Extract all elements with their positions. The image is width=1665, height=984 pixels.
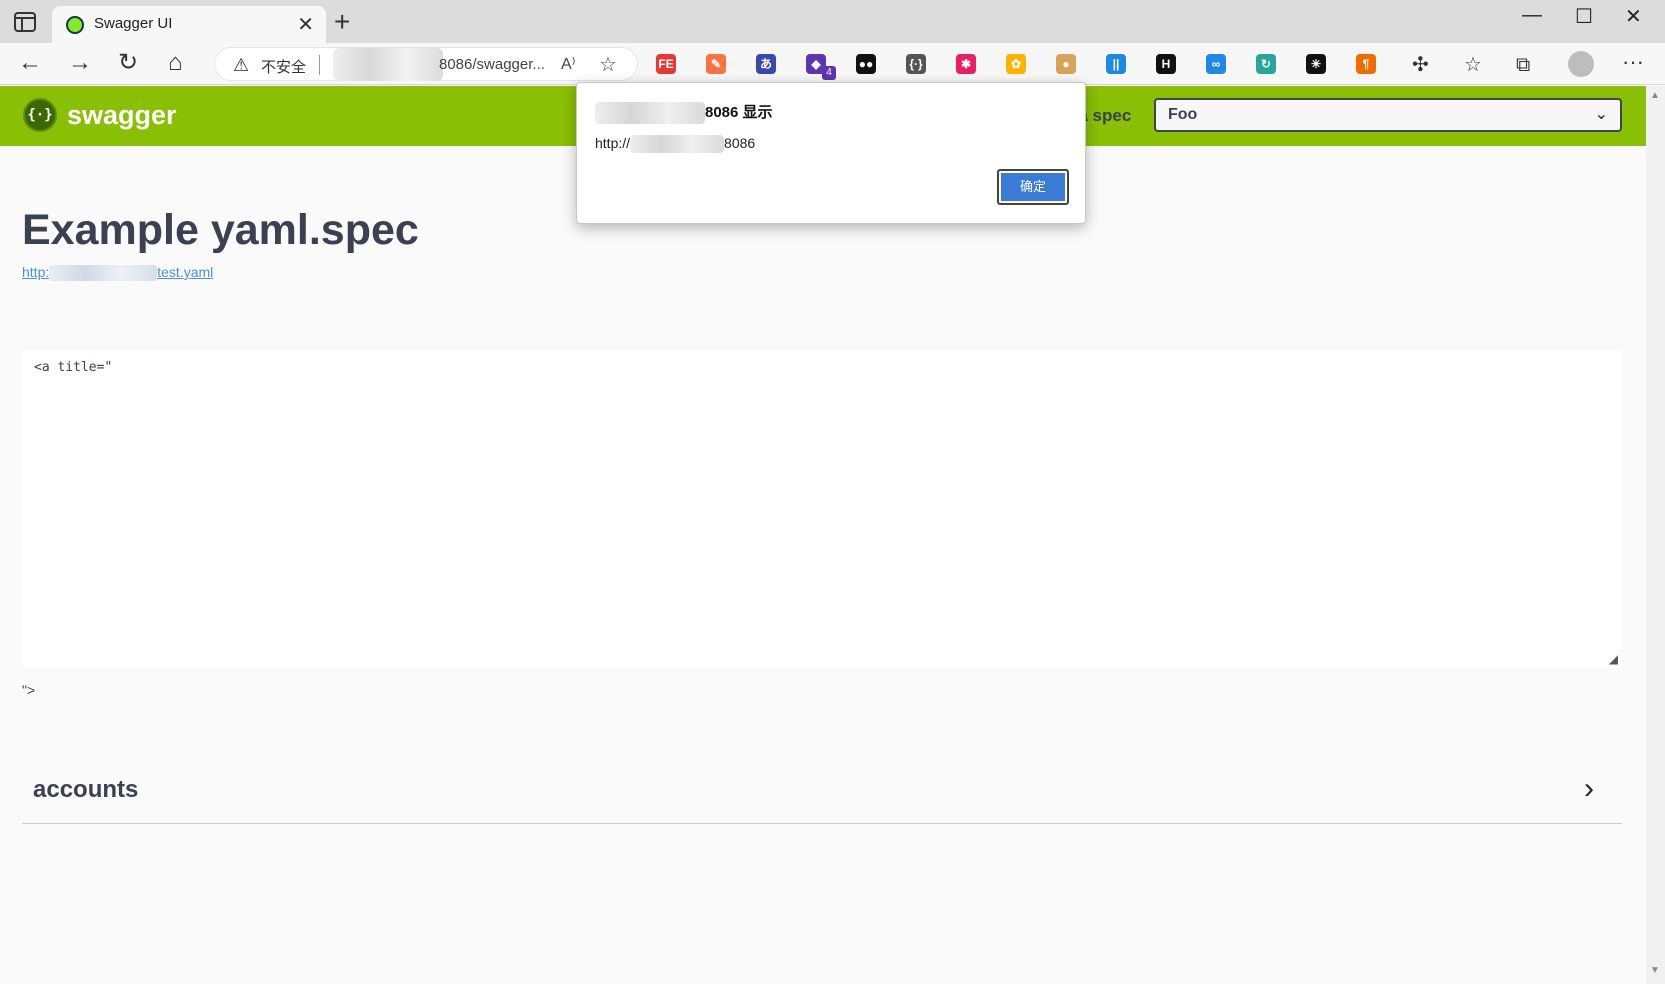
address-bar[interactable]: ⚠ 不安全 8086/swagger... A⁾ ☆ [214, 47, 638, 81]
browser-toolbar: ← → ↻ ⌂ ⚠ 不安全 8086/swagger... A⁾ ☆ FE ✎ あ ◆… [0, 43, 1665, 85]
browser-tab-swagger[interactable]: Swagger UI ✕ [52, 6, 326, 44]
redacted-url [49, 265, 158, 282]
extension-badge: 4 [822, 66, 836, 80]
redacted-host [595, 102, 705, 125]
dialog-title-text: 8086 显示 [705, 104, 773, 121]
selected-spec: Foo [1168, 106, 1198, 123]
resize-grip-icon[interactable]: ◢ [1609, 652, 1618, 666]
description-trailing-text: "> [22, 682, 36, 698]
favorites-icon[interactable]: ☆ [1464, 53, 1482, 77]
star-ext-icon[interactable]: ✱ [956, 54, 976, 74]
more-menu-icon[interactable]: ··· [1622, 49, 1644, 75]
spec-url-link[interactable]: http: test.yaml [22, 264, 214, 282]
fe-helper-icon[interactable]: FE [656, 54, 676, 74]
dialog-message-prefix: http:// [595, 135, 631, 151]
refresh-icon[interactable]: ↻ [118, 51, 138, 75]
pilcrow-ext-icon[interactable]: ¶ [1356, 54, 1376, 74]
refresh-ext-icon[interactable]: ↻ [1256, 54, 1276, 74]
warning-icon[interactable]: ⚠ [233, 55, 249, 76]
flower-ext-icon[interactable]: ✿ [1006, 54, 1026, 74]
chevron-right-icon[interactable]: › [1584, 772, 1594, 806]
collections-icon[interactable]: ⧉ [1516, 53, 1530, 77]
paint-icon[interactable]: ✎ [706, 54, 726, 74]
tag-name: accounts [33, 776, 139, 803]
security-label[interactable]: 不安全 [261, 56, 306, 77]
toggle-ext-icon[interactable]: ●● [856, 54, 876, 74]
spec-select-dropdown[interactable]: Foo ⌄ [1154, 98, 1622, 132]
translate-icon[interactable]: あ [756, 54, 776, 74]
mask-ext-icon[interactable]: ∞ [1206, 54, 1226, 74]
new-tab-button[interactable]: + [334, 6, 350, 38]
tab-title: Swagger UI [94, 15, 173, 32]
swagger-brand[interactable]: swagger [67, 100, 177, 131]
h-ext-icon[interactable]: H [1156, 54, 1176, 74]
dialog-ok-button[interactable]: 确定 [997, 169, 1069, 205]
description-textarea[interactable]: <a title=" ◢ [22, 350, 1622, 668]
swagger-favicon-icon [66, 16, 84, 34]
address-url[interactable]: 8086/swagger... [439, 56, 545, 73]
scroll-up-icon[interactable]: ▲ [1650, 90, 1660, 101]
spec-link-suffix: test.yaml [157, 264, 214, 280]
scroll-down-icon[interactable]: ▼ [1650, 965, 1660, 976]
window-close-button[interactable]: ✕ [1625, 4, 1642, 29]
page-scrollbar[interactable]: ▲ ▼ [1646, 86, 1665, 984]
tab-actions-icon[interactable] [14, 12, 36, 32]
cookie-icon[interactable]: ● [1056, 54, 1076, 74]
forward-arrow-icon[interactable]: → [68, 51, 92, 75]
tag-section-accounts[interactable]: accounts › [22, 768, 1622, 824]
braces-ext-icon[interactable]: {·} [906, 54, 926, 74]
api-title: Example yaml.spec [22, 206, 419, 254]
read-aloud-icon[interactable]: A⁾ [561, 54, 576, 74]
spec-link-prefix: http: [22, 264, 50, 280]
redacted-host [333, 48, 443, 81]
profile-avatar[interactable] [1568, 51, 1594, 77]
tab-close-icon[interactable]: ✕ [297, 12, 314, 37]
chevron-down-icon: ⌄ [1594, 106, 1608, 123]
extensions-puzzle-icon[interactable]: ✣ [1412, 53, 1429, 77]
description-code: <a title=" [34, 360, 113, 375]
add-favorite-icon[interactable]: ☆ [599, 52, 617, 77]
swagger-logo-icon[interactable]: {·} [23, 98, 57, 132]
redacted-host [630, 135, 725, 154]
alert-dialog: 8086 显示 http:// 8086 确定 [576, 82, 1086, 224]
minimize-button[interactable]: — [1522, 4, 1542, 27]
browser-tab-bar: Swagger UI ✕ + — ☐ ✕ [0, 0, 1665, 44]
address-separator [319, 55, 320, 75]
dialog-title: 8086 显示 [595, 101, 773, 125]
home-icon[interactable]: ⌂ [168, 51, 183, 75]
bars-ext-icon[interactable]: || [1106, 54, 1126, 74]
color-ext-icon[interactable]: ✳ [1306, 54, 1326, 74]
maximize-button[interactable]: ☐ [1575, 4, 1593, 29]
dialog-message: http:// 8086 [595, 135, 756, 154]
dialog-message-suffix: 8086 [724, 135, 756, 151]
back-arrow-icon[interactable]: ← [18, 51, 42, 75]
